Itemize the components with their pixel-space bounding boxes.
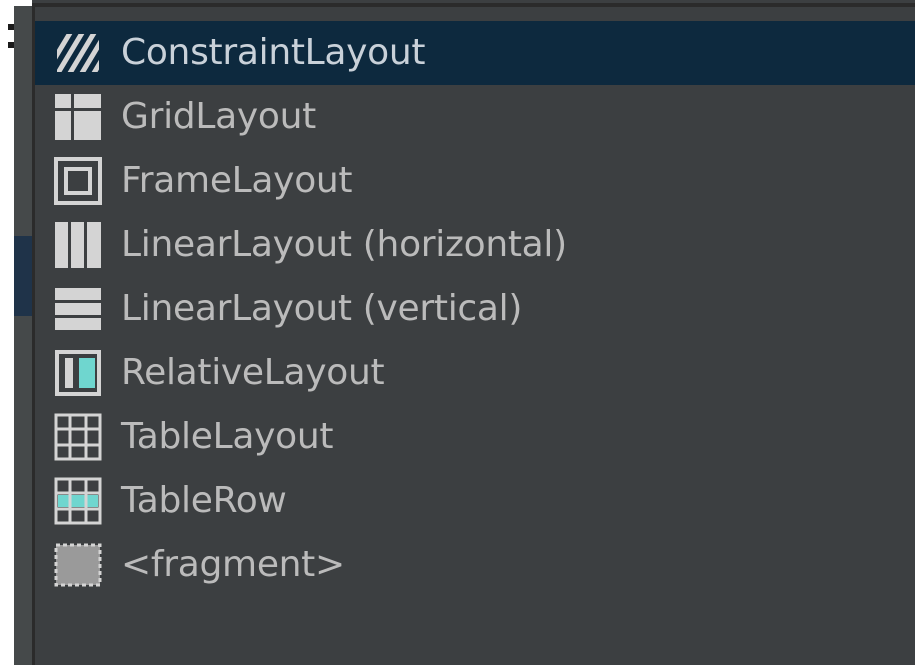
item-label: FrameLayout — [121, 160, 353, 201]
item-label: RelativeLayout — [121, 352, 385, 393]
table-layout-icon — [53, 412, 103, 462]
layout-picker-window: ConstraintLayout GridLayout FrameLayout … — [0, 0, 915, 665]
linear-horizontal-icon — [53, 220, 103, 270]
list-item-table-layout[interactable]: TableLayout — [35, 405, 915, 469]
item-label: LinearLayout (vertical) — [121, 288, 523, 329]
layout-list-popup: ConstraintLayout GridLayout FrameLayout … — [35, 7, 915, 665]
frame-layout-icon — [53, 156, 103, 206]
item-label: <fragment> — [121, 544, 345, 585]
list-item-relative-layout[interactable]: RelativeLayout — [35, 341, 915, 405]
list-item-linear-vertical[interactable]: LinearLayout (vertical) — [35, 277, 915, 341]
list-item-fragment[interactable]: <fragment> — [35, 533, 915, 597]
relative-layout-icon — [53, 348, 103, 398]
item-label: GridLayout — [121, 96, 316, 137]
table-row-icon — [53, 476, 103, 526]
list-item-table-row[interactable]: TableRow — [35, 469, 915, 533]
item-label: TableRow — [121, 480, 287, 521]
item-label: ConstraintLayout — [121, 32, 426, 73]
list-item-linear-horizontal[interactable]: LinearLayout (horizontal) — [35, 213, 915, 277]
item-label: LinearLayout (horizontal) — [121, 224, 567, 265]
constraint-layout-icon — [53, 28, 103, 78]
item-label: TableLayout — [121, 416, 334, 457]
grid-layout-icon — [53, 92, 103, 142]
list-item-grid-layout[interactable]: GridLayout — [35, 85, 915, 149]
side-panel-highlight — [14, 236, 32, 316]
side-panel-strip — [14, 6, 32, 665]
window-edge — [0, 0, 14, 665]
list-item-frame-layout[interactable]: FrameLayout — [35, 149, 915, 213]
list-item-constraint-layout[interactable]: ConstraintLayout — [35, 21, 915, 85]
linear-vertical-icon — [53, 284, 103, 334]
fragment-icon — [53, 540, 103, 590]
